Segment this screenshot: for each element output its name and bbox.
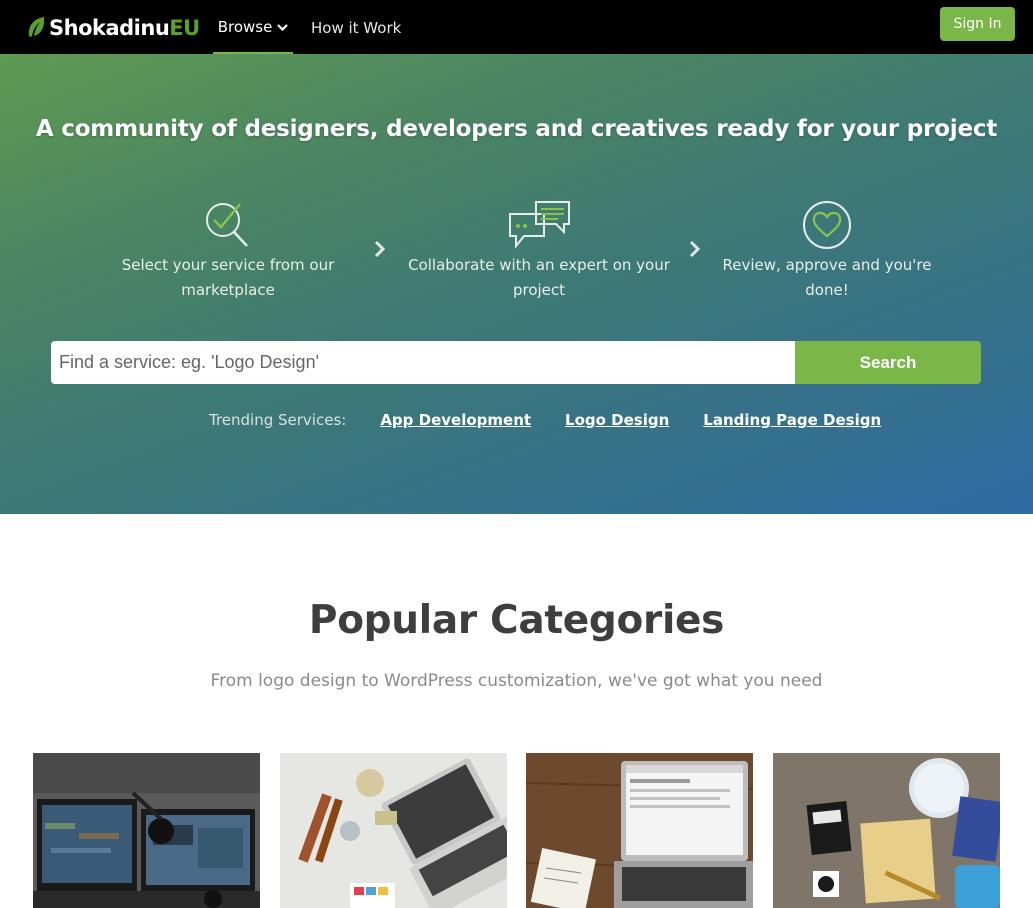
trending-label: Trending Services: <box>209 411 347 429</box>
logo-text-accent: EU <box>169 16 200 40</box>
category-image <box>773 753 1000 908</box>
category-card-social-media[interactable] <box>773 753 1000 908</box>
chevron-right-icon <box>374 240 386 258</box>
sign-in-button[interactable]: Sign In <box>940 7 1015 41</box>
chevron-right-icon <box>689 240 701 258</box>
trending-link-app-development[interactable]: App Development <box>380 411 531 429</box>
heart-circle-icon <box>803 201 851 249</box>
category-image <box>33 753 260 908</box>
top-navbar: ShokadinuEU Browse How it Work Sign In <box>0 0 1033 54</box>
category-card-wordpress[interactable] <box>526 753 753 908</box>
category-card-music-audio[interactable] <box>33 753 260 908</box>
hero-section: A community of designers, developers and… <box>0 54 1033 514</box>
category-image <box>526 753 753 908</box>
trending-link-landing-page-design[interactable]: Landing Page Design <box>703 411 881 429</box>
step-review-approve: Review, approve and you're done! <box>712 200 942 303</box>
categories-subtitle: From logo design to WordPress customizat… <box>210 671 823 691</box>
chevron-down-icon <box>277 23 289 31</box>
step-1-text: Select your service from our marketplace <box>121 256 335 299</box>
category-image <box>280 753 507 908</box>
nav-how-it-works[interactable]: How it Work <box>311 0 401 54</box>
category-card-graphic-design[interactable] <box>280 753 507 908</box>
search-check-icon <box>206 203 248 247</box>
chat-bubbles-icon <box>509 201 570 249</box>
site-logo[interactable]: ShokadinuEU <box>27 14 200 42</box>
nav-browse[interactable]: Browse <box>213 0 293 54</box>
nav-browse-label: Browse <box>217 18 273 36</box>
step-collaborate: Collaborate with an expert on your proje… <box>408 200 670 303</box>
hero-title: A community of designers, developers and… <box>35 116 998 142</box>
step-3-text: Review, approve and you're done! <box>722 256 932 299</box>
service-search-input[interactable] <box>51 341 795 384</box>
step-select-service: Select your service from our marketplace <box>117 200 339 303</box>
step-2-text: Collaborate with an expert on your proje… <box>408 256 670 299</box>
search-button[interactable]: Search <box>795 341 981 384</box>
nav-how-label: How it Work <box>311 19 402 37</box>
categories-title: Popular Categories <box>308 598 725 643</box>
logo-text-main: Shokadinu <box>49 16 170 40</box>
leaf-icon <box>28 17 45 37</box>
trending-services: Trending Services: App Development Logo … <box>209 408 915 432</box>
trending-link-logo-design[interactable]: Logo Design <box>565 411 669 429</box>
